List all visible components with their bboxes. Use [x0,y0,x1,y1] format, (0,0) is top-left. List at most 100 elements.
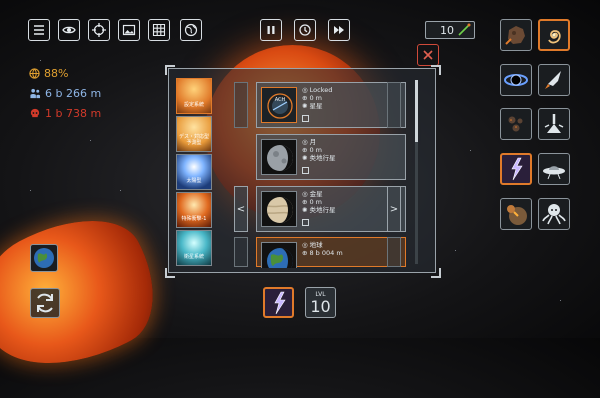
view-button[interactable] [58,19,80,41]
tool-meteors[interactable] [500,108,532,140]
rotate-button[interactable] [30,288,60,318]
level-value: 10 [310,296,331,316]
grid-icon [152,23,166,37]
planet-view-button[interactable] [180,19,202,41]
scrollbar-thumb[interactable] [415,80,418,142]
name-icon: ◎ [302,138,308,146]
menu-button[interactable] [28,19,50,41]
tool-black-hole[interactable] [500,64,532,96]
category-item[interactable]: 設定系統 [176,78,212,114]
tool-galaxy[interactable] [538,19,570,51]
close-icon [423,50,433,60]
side-slot [234,82,248,128]
locked-planet-thumb: ACH [261,87,297,123]
level-button[interactable]: LVL 10 [305,287,336,318]
clock-icon [299,24,311,36]
moon-thumb [261,139,297,175]
globe-icon [184,23,198,37]
people-icon [30,88,41,99]
object-checkbox[interactable] [302,115,309,122]
name-icon: ◎ [302,86,308,94]
earth-thumb [261,242,297,268]
lightning-icon [511,157,523,181]
close-button[interactable] [417,44,439,66]
object-card[interactable]: ◎ 金星 ⊕ 0 m ✺ 类地行星 [256,186,406,232]
selected-planet-slot[interactable] [30,244,58,272]
object-info: ◎ 地球 ⊕ 8 b 004 m [302,241,343,257]
spiral-galaxy-icon [548,30,561,44]
svg-text:ACH: ACH [275,97,286,103]
mass-icon: ⊕ [302,198,308,206]
type-icon: ✺ [302,206,308,214]
lava-planet [0,192,178,398]
lock-planet-icon: ACH [267,93,293,119]
spawn-counter[interactable]: 10 [425,21,475,39]
category-item[interactable]: 衛星系統 [176,230,212,266]
earth-icon [267,248,293,268]
crosshair-icon [92,23,106,37]
mass-icon: ⊕ [302,94,308,102]
moon-icon [267,145,293,171]
tool-asteroid[interactable] [500,19,532,51]
menu-icon [34,25,44,35]
grid-button[interactable] [148,19,170,41]
current-weapon-button[interactable] [263,287,294,318]
screenshot-button[interactable] [118,19,140,41]
deaths-value: 1 b 738 m [45,107,102,120]
object-info: ◎ 月 ⊕ 0 m ✺ 类地行星 [302,138,336,162]
refresh-icon [37,293,53,313]
skull-icon [30,108,40,118]
image-icon [122,24,136,36]
eye-icon [62,26,76,34]
side-slot [387,82,401,128]
laser-cannon-icon [544,114,564,133]
tool-rocket[interactable] [538,64,570,96]
target-button[interactable] [88,19,110,41]
population-value: 6 b 266 m [45,87,102,100]
category-item[interactable]: 特殊衝撃-1 [176,192,212,228]
rocket-icon [545,71,561,89]
counter-value: 10 [440,23,454,37]
globe-icon [29,68,40,79]
category-item[interactable]: デス・対応型 予測型 [176,116,212,152]
pause-button[interactable] [260,19,282,41]
object-card[interactable]: ACH ◎ Locked ⊕ 0 m ✺ 星星 [256,82,406,128]
lightning-icon [273,291,286,314]
ufo-icon [543,166,565,180]
prev-arrow-button[interactable]: < [234,186,248,232]
object-list[interactable]: ACH ◎ Locked ⊕ 0 m ✺ 星星 ◎ 月 ⊕ 0 m ✺ 类地行星 < ◎ 金星… [222,74,427,268]
time-speed-button[interactable] [294,19,316,41]
side-slot [387,237,401,267]
integrity-value: 88% [44,67,69,80]
scrollbar-track[interactable] [415,80,418,264]
fast-forward-icon [334,26,344,34]
integrity-stat: 88% [29,67,68,80]
object-info: ◎ Locked ⊕ 0 m ✺ 星星 [302,86,333,110]
object-card[interactable]: ◎ 月 ⊕ 0 m ✺ 类地行星 [256,134,406,180]
black-hole-icon [504,74,528,86]
name-icon: ◎ [302,190,308,198]
asteroid-icon [505,26,525,45]
category-list: 設定系統 デス・対応型 予測型 太陽型 特殊衝撃-1 衛星系統 [176,74,216,269]
pause-icon [267,26,275,34]
tool-lightning[interactable] [500,153,532,185]
next-arrow-button[interactable]: > [387,186,401,232]
object-checkbox[interactable] [302,167,309,174]
object-checkbox[interactable] [302,219,309,226]
tool-laser[interactable] [538,108,570,140]
venus-icon [267,197,293,223]
object-info: ◎ 金星 ⊕ 0 m ✺ 类地行星 [302,190,336,214]
fast-forward-button[interactable] [328,19,350,41]
octopus-icon [542,204,566,225]
population-stat: 6 b 266 m [29,87,101,100]
meteors-icon [508,116,523,132]
side-slot [234,237,248,267]
type-icon: ✺ [302,102,308,110]
tool-monster[interactable] [538,198,570,230]
streak-icon [458,23,471,36]
tool-ufo[interactable] [538,153,570,185]
object-card-selected[interactable]: ◎ 地球 ⊕ 8 b 004 m [256,237,406,268]
tool-planet-crash[interactable] [500,198,532,230]
name-icon: ◎ [302,241,308,249]
category-item[interactable]: 太陽型 [176,154,212,190]
